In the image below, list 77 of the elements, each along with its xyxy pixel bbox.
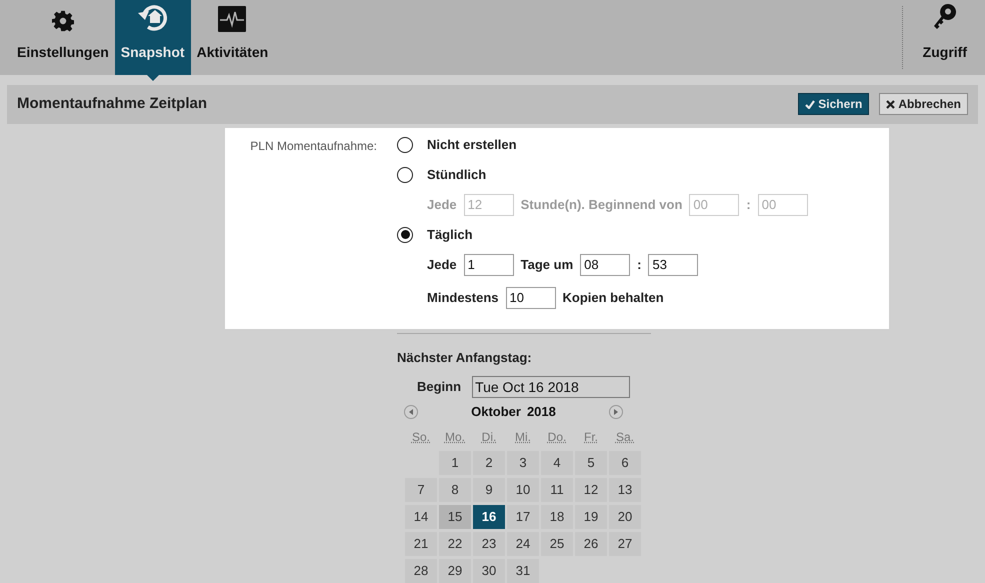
calendar-day[interactable]: 28 xyxy=(405,559,437,583)
radio-button[interactable] xyxy=(397,226,413,242)
heartbeat-monitor-icon xyxy=(218,6,246,32)
input-field[interactable]: 53 xyxy=(648,254,698,276)
calendar-day[interactable]: 12 xyxy=(575,478,607,502)
calendar-day[interactable]: 9 xyxy=(473,478,505,502)
calendar-day[interactable]: 15 xyxy=(439,505,471,529)
radio-button[interactable] xyxy=(397,136,413,152)
calendar-day[interactable]: 6 xyxy=(609,451,641,475)
cancel-button[interactable]: Abbrechen xyxy=(879,93,968,116)
calendar-day[interactable]: 22 xyxy=(439,532,471,556)
key-icon xyxy=(932,4,958,32)
calendar-day[interactable]: 21 xyxy=(405,532,437,556)
calendar-day[interactable]: 1 xyxy=(439,451,471,475)
input-field[interactable]: 1 xyxy=(464,254,514,276)
radio-label: Täglich xyxy=(427,226,473,244)
calendar-day[interactable]: 23 xyxy=(473,532,505,556)
calendar-day[interactable]: 16 xyxy=(473,505,505,529)
calendar-day[interactable]: 5 xyxy=(575,451,607,475)
calendar-day[interactable]: 19 xyxy=(575,505,607,529)
year-label: 2018 xyxy=(526,403,556,422)
nav-tab[interactable]: Aktivitäten xyxy=(190,0,274,75)
next-month-button[interactable] xyxy=(608,405,623,419)
radio-label: Nicht erstellen xyxy=(427,136,517,154)
weekday-label: Mo. xyxy=(444,429,465,446)
field-label: Kopien behalten xyxy=(562,288,664,307)
close-icon xyxy=(886,100,896,109)
calendar-day[interactable]: 3 xyxy=(507,451,539,475)
calendar-day[interactable]: 26 xyxy=(575,532,607,556)
form-label: PLN Momentaufnahme: xyxy=(249,138,378,154)
calendar-day[interactable]: 2 xyxy=(473,451,505,475)
calendar-day[interactable]: 7 xyxy=(405,478,437,502)
nav-tab[interactable]: Zugriff xyxy=(902,0,974,75)
calendar-day[interactable]: 24 xyxy=(507,532,539,556)
weekday-label: Di. xyxy=(482,429,496,446)
weekday-label: Sa. xyxy=(616,429,634,446)
input-field[interactable]: 08 xyxy=(580,254,630,276)
weekday-label: Fr. xyxy=(584,429,598,446)
radio-label: Stündlich xyxy=(427,166,486,184)
calendar-day[interactable]: 14 xyxy=(405,505,437,529)
nav-tab[interactable]: Einstellungen xyxy=(11,0,115,75)
date-field[interactable]: Tue Oct 16 2018 xyxy=(472,376,630,398)
section-title: Momentaufnahme Zeitplan xyxy=(17,94,208,114)
calendar-day[interactable]: 25 xyxy=(541,532,573,556)
field-label: Beginn xyxy=(417,378,462,396)
month-label: Oktober xyxy=(471,403,521,422)
field-label: Jede xyxy=(427,256,457,274)
field-label: : xyxy=(637,256,642,274)
calendar-day[interactable]: 10 xyxy=(507,478,539,502)
calendar-day[interactable]: 18 xyxy=(541,505,573,529)
field-label: Jede xyxy=(427,196,457,214)
calendar-day[interactable]: 30 xyxy=(473,559,505,583)
field-label: Mindestens xyxy=(427,288,499,307)
calendar-day[interactable]: 8 xyxy=(439,478,471,502)
weekday-label: Do. xyxy=(548,429,566,446)
left-triangle-icon xyxy=(409,409,413,415)
calendar-day[interactable]: 31 xyxy=(507,559,539,583)
weekday-label: Mi. xyxy=(515,429,531,446)
field-label: : xyxy=(746,196,751,214)
input-field[interactable]: 10 xyxy=(506,286,556,308)
calendar-day[interactable]: 20 xyxy=(609,505,641,529)
calendar-day[interactable]: 13 xyxy=(609,478,641,502)
checkmark-icon xyxy=(805,100,816,109)
calendar-day[interactable]: 29 xyxy=(439,559,471,583)
section-subtitle: Nächster Anfangstag: xyxy=(397,348,533,367)
field-label: Tage um xyxy=(520,256,574,274)
field-label: Stunde(n). Beginnend von xyxy=(520,196,682,214)
save-button[interactable]: Sichern xyxy=(798,93,870,116)
calendar-day[interactable]: 17 xyxy=(507,505,539,529)
calendar-day[interactable]: 4 xyxy=(541,451,573,475)
calendar-day[interactable]: 11 xyxy=(541,478,573,502)
right-triangle-icon xyxy=(614,409,618,415)
weekday-label: So. xyxy=(412,429,430,446)
calendar-day[interactable]: 27 xyxy=(609,532,641,556)
radio-button[interactable] xyxy=(397,166,413,182)
gear-icon xyxy=(52,10,74,32)
previous-month-button[interactable] xyxy=(404,405,418,419)
